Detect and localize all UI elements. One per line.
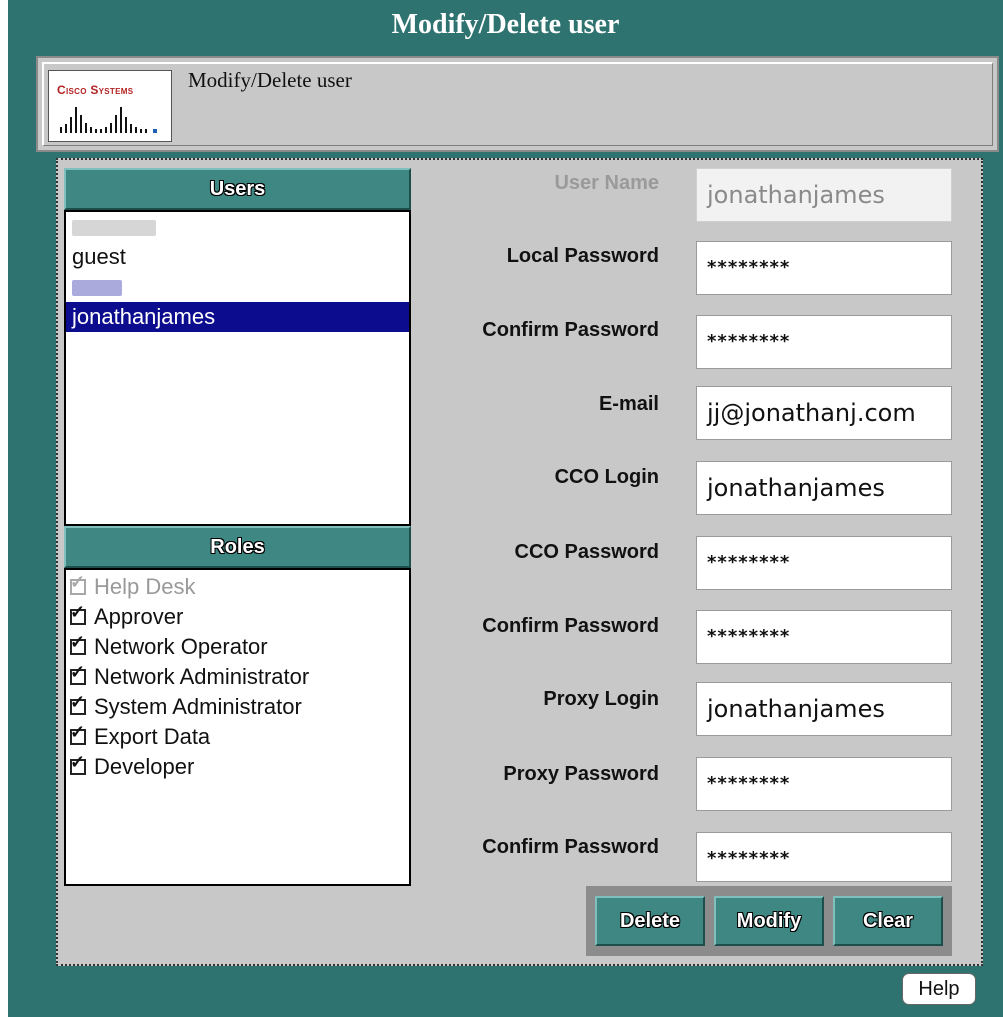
- delete-button[interactable]: Delete: [595, 896, 705, 946]
- header-title: Modify/Delete user: [188, 68, 352, 92]
- proxy-login-label: Proxy Login: [543, 688, 659, 710]
- clear-button[interactable]: Clear: [833, 896, 943, 946]
- header-panel: Cisco Systems Modify/Delete user: [36, 56, 999, 152]
- modify-button[interactable]: Modify: [714, 896, 824, 946]
- redacted-user-blur: [72, 280, 122, 297]
- confirm-local-password-label: Confirm Password: [482, 319, 659, 341]
- checkbox[interactable]: ✓: [70, 663, 86, 685]
- checkbox: ✓: [70, 573, 86, 595]
- checkbox[interactable]: ✓: [70, 753, 86, 775]
- role-system-administrator[interactable]: ✓ System Administrator: [66, 692, 409, 722]
- role-approver[interactable]: ✓ Approver: [66, 602, 409, 632]
- user-item-jonathanjames[interactable]: jonathanjames: [66, 302, 409, 332]
- role-help-desk: ✓ Help Desk: [66, 572, 409, 602]
- role-label: Developer: [94, 754, 195, 779]
- check-icon: ✓: [70, 692, 86, 712]
- redacted-user-blur: [72, 220, 156, 237]
- cco-login-field[interactable]: jonathanjames: [696, 461, 952, 515]
- window-title: Modify/Delete user: [391, 9, 620, 40]
- modify-delete-user-window: Modify/Delete user Cisco Systems Modify/…: [8, 0, 1003, 1017]
- confirm-cco-password-label: Confirm Password: [482, 615, 659, 637]
- role-network-administrator[interactable]: ✓ Network Administrator: [66, 662, 409, 692]
- cisco-logo: Cisco Systems: [48, 70, 172, 142]
- role-label: Help Desk: [94, 574, 196, 599]
- role-label: System Administrator: [94, 694, 302, 719]
- confirm-local-password-field[interactable]: ********: [696, 315, 952, 369]
- local-password-label: Local Password: [506, 245, 659, 267]
- email-label: E-mail: [598, 393, 659, 415]
- cco-password-label: CCO Password: [514, 541, 659, 563]
- user-name-field: jonathanjames: [696, 168, 952, 222]
- help-button[interactable]: Help: [902, 973, 976, 1005]
- checkbox[interactable]: ✓: [70, 633, 86, 655]
- user-item-redacted[interactable]: [66, 212, 409, 242]
- check-icon: ✓: [70, 572, 86, 592]
- role-label: Export Data: [94, 724, 211, 749]
- user-item-guest[interactable]: guest: [66, 242, 409, 272]
- check-icon: ✓: [70, 752, 86, 772]
- check-icon: ✓: [70, 662, 86, 682]
- user-name-label: User Name: [554, 172, 659, 194]
- check-icon: ✓: [70, 602, 86, 622]
- user-item-redacted[interactable]: [66, 272, 409, 302]
- role-label: Network Operator: [94, 634, 268, 659]
- role-network-operator[interactable]: ✓ Network Operator: [66, 632, 409, 662]
- proxy-password-label: Proxy Password: [503, 763, 659, 785]
- logo-text: Cisco Systems: [57, 83, 134, 97]
- check-icon: ✓: [70, 722, 86, 742]
- checkbox[interactable]: ✓: [70, 693, 86, 715]
- proxy-login-field[interactable]: jonathanjames: [696, 682, 952, 736]
- checkbox[interactable]: ✓: [70, 723, 86, 745]
- main-panel: Users guest jonathanjames Roles ✓ Help D…: [56, 158, 983, 966]
- email-field[interactable]: jj@jonathanj.com: [696, 386, 952, 440]
- proxy-password-field[interactable]: ********: [696, 757, 952, 811]
- cisco-bridge-icon: [60, 107, 157, 133]
- check-icon: ✓: [70, 632, 86, 652]
- action-button-bar: Delete Modify Clear: [586, 886, 952, 956]
- role-label: Approver: [94, 604, 184, 629]
- local-password-field[interactable]: ********: [696, 241, 952, 295]
- confirm-proxy-password-label: Confirm Password: [482, 836, 659, 858]
- confirm-proxy-password-field[interactable]: ********: [696, 832, 952, 882]
- role-developer[interactable]: ✓ Developer: [66, 752, 409, 782]
- role-export-data[interactable]: ✓ Export Data: [66, 722, 409, 752]
- cco-login-label: CCO Login: [554, 466, 659, 488]
- confirm-cco-password-field[interactable]: ********: [696, 610, 952, 664]
- cco-password-field[interactable]: ********: [696, 536, 952, 590]
- role-label: Network Administrator: [94, 664, 310, 689]
- checkbox[interactable]: ✓: [70, 603, 86, 625]
